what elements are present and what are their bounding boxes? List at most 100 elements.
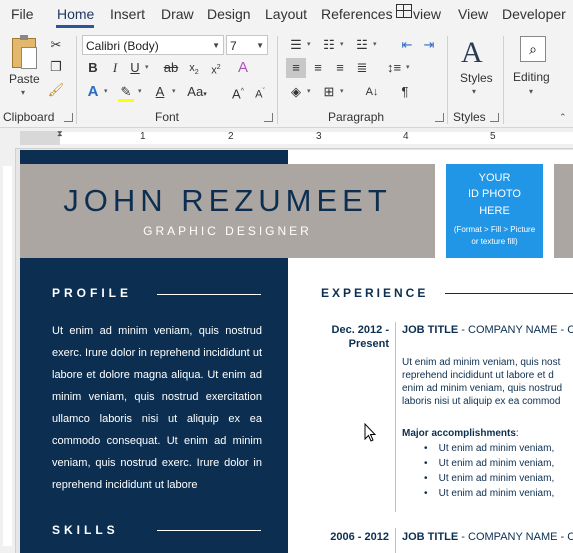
clipboard-launcher-icon[interactable] — [64, 113, 73, 122]
collapse-ribbon-icon[interactable]: ⌃ — [559, 112, 567, 123]
experience-heading-line — [445, 293, 573, 294]
job-date: Dec. 2012 - — [331, 324, 389, 336]
strikethrough-button[interactable]: ab — [161, 58, 181, 78]
font-family-value: Calibri (Body) — [86, 39, 159, 53]
accomplishments-label: Major accomplishments — [402, 428, 516, 439]
ruler-text-area — [3, 166, 12, 546]
format-painter-icon[interactable]: 🖌 — [46, 80, 66, 100]
job-date: 2006 - 2012 — [330, 531, 389, 543]
job-description-line: Ut enim ad minim veniam, quis nost — [402, 357, 561, 368]
tab-view[interactable]: View — [458, 6, 488, 22]
styles-group-label: Styles — [453, 110, 486, 124]
tab-draw[interactable]: Draw — [161, 6, 194, 22]
resume-name: JOHN REZUMEET — [63, 183, 392, 218]
clear-formatting-icon[interactable]: A — [233, 58, 253, 78]
tab-design[interactable]: Design — [207, 6, 251, 22]
chevron-down-icon: ▾ — [472, 87, 477, 96]
profile-heading: PROFILE — [52, 286, 133, 300]
styles-label: Styles — [460, 71, 493, 85]
clipboard-group-label: Clipboard — [3, 110, 55, 124]
styles-button[interactable]: A Styles ▾ — [455, 34, 497, 100]
paragraph-group-label: Paragraph — [328, 110, 385, 124]
tab-file[interactable]: File — [11, 6, 34, 22]
align-center-icon[interactable]: ≡ — [308, 58, 328, 78]
paste-button[interactable]: Paste ▾ — [8, 34, 42, 97]
copy-icon[interactable]: ❐ — [46, 57, 66, 77]
vertical-ruler[interactable] — [0, 148, 16, 553]
editing-label: Editing — [513, 70, 550, 84]
group-divider — [447, 36, 448, 124]
font-launcher-icon[interactable] — [264, 113, 273, 122]
font-group-label: Font — [155, 110, 180, 124]
photo-text: YOUR — [478, 172, 511, 184]
editing-button[interactable]: ⌕ Editing ▾ — [510, 34, 554, 100]
ruler-margin — [20, 131, 60, 145]
tab-home[interactable]: Home — [57, 6, 94, 22]
show-marks-icon[interactable]: ¶ — [395, 82, 415, 102]
tab-references[interactable]: References — [321, 6, 393, 22]
superscript-button[interactable]: x2 — [206, 58, 226, 78]
job-title-label: JOB TITLE — [402, 531, 459, 543]
shading-icon[interactable]: ◈ — [286, 82, 306, 102]
font-size-value: 7 — [230, 39, 237, 53]
photo-placeholder[interactable]: YOUR ID PHOTO HERE (Format > Fill > Pict… — [446, 164, 543, 258]
justify-icon[interactable]: ≣ — [352, 58, 372, 78]
ruler-number: 5 — [490, 131, 496, 142]
underline-button[interactable]: U — [125, 58, 145, 78]
paste-label: Paste — [9, 72, 40, 86]
italic-button[interactable]: I — [105, 58, 125, 78]
company-name: - COMPANY NAME - CITY — [461, 324, 573, 336]
multilevel-list-icon[interactable]: ☳ — [352, 35, 372, 55]
accomplishments-heading: Major accomplishments: — [402, 428, 519, 439]
change-case-icon[interactable]: Aa▾ — [184, 82, 210, 102]
tab-developer[interactable]: Developer — [502, 6, 566, 22]
align-left-icon[interactable]: ≡ — [286, 58, 306, 78]
line-spacing-icon[interactable]: ↕≡ — [384, 58, 404, 78]
font-family-select[interactable]: Calibri (Body) ▼ — [82, 35, 224, 55]
chevron-down-icon: ▾ — [529, 87, 534, 96]
grow-font-icon[interactable]: A^ — [228, 82, 248, 102]
selection-overlay-icon — [396, 4, 412, 18]
font-color-icon[interactable]: A — [150, 82, 170, 102]
highlight-color-icon[interactable]: ✎ — [116, 82, 136, 102]
chevron-down-icon: ▾ — [340, 88, 344, 95]
sort-icon[interactable]: A↓ — [362, 82, 382, 102]
chevron-down-icon: ▾ — [307, 41, 311, 48]
chevron-down-icon: ▾ — [145, 64, 149, 71]
chevron-down-icon: ▾ — [340, 41, 344, 48]
indent-marker-icon[interactable]: ⧗ — [57, 129, 63, 139]
company-name: - COMPANY NAME - CITY — [461, 531, 573, 543]
increase-indent-icon[interactable]: ⇥ — [419, 35, 439, 55]
accomplishment-item: • Ut enim ad minim veniam, — [424, 488, 555, 499]
tab-insert[interactable]: Insert — [110, 6, 145, 22]
cut-icon[interactable]: ✂ — [46, 35, 66, 55]
job-title: JOB TITLE - COMPANY NAME - CITY — [402, 324, 573, 336]
tab-layout[interactable]: Layout — [265, 6, 307, 22]
text-effects-icon[interactable]: A — [83, 82, 103, 102]
search-icon: ⌕ — [520, 36, 546, 62]
chevron-down-icon: ▼ — [212, 41, 220, 50]
borders-icon[interactable]: ⊞ — [319, 82, 339, 102]
ruler-number: 3 — [316, 131, 322, 142]
horizontal-ruler[interactable]: ⧗ 1 2 3 4 5 — [0, 128, 573, 149]
skills-heading: SKILLS — [52, 523, 119, 537]
subscript-button[interactable]: x2 — [184, 58, 204, 78]
decrease-indent-icon[interactable]: ⇤ — [397, 35, 417, 55]
align-right-icon[interactable]: ≡ — [330, 58, 350, 78]
header-band-right — [554, 164, 573, 258]
font-size-select[interactable]: 7 ▼ — [226, 35, 268, 55]
accomplishment-item: • Ut enim ad minim veniam, — [424, 473, 555, 484]
bold-button[interactable]: B — [83, 58, 103, 78]
accomplishment-text: Ut enim ad minim veniam, — [438, 488, 555, 499]
tab-review[interactable]: view — [413, 6, 441, 22]
ribbon: Paste ▾ ✂ ❐ 🖌 Clipboard Calibri (Body) ▼ … — [0, 30, 573, 128]
styles-launcher-icon[interactable] — [490, 113, 499, 122]
numbering-icon[interactable]: ☷ — [319, 35, 339, 55]
ruler-number: 4 — [403, 131, 409, 142]
paragraph-launcher-icon[interactable] — [435, 113, 444, 122]
timeline-divider — [395, 322, 396, 512]
resume-title: GRAPHIC DESIGNER — [143, 224, 312, 238]
chevron-down-icon: ▾ — [172, 88, 176, 95]
shrink-font-icon[interactable]: Aˇ — [250, 82, 270, 102]
bullets-icon[interactable]: ☰ — [286, 35, 306, 55]
